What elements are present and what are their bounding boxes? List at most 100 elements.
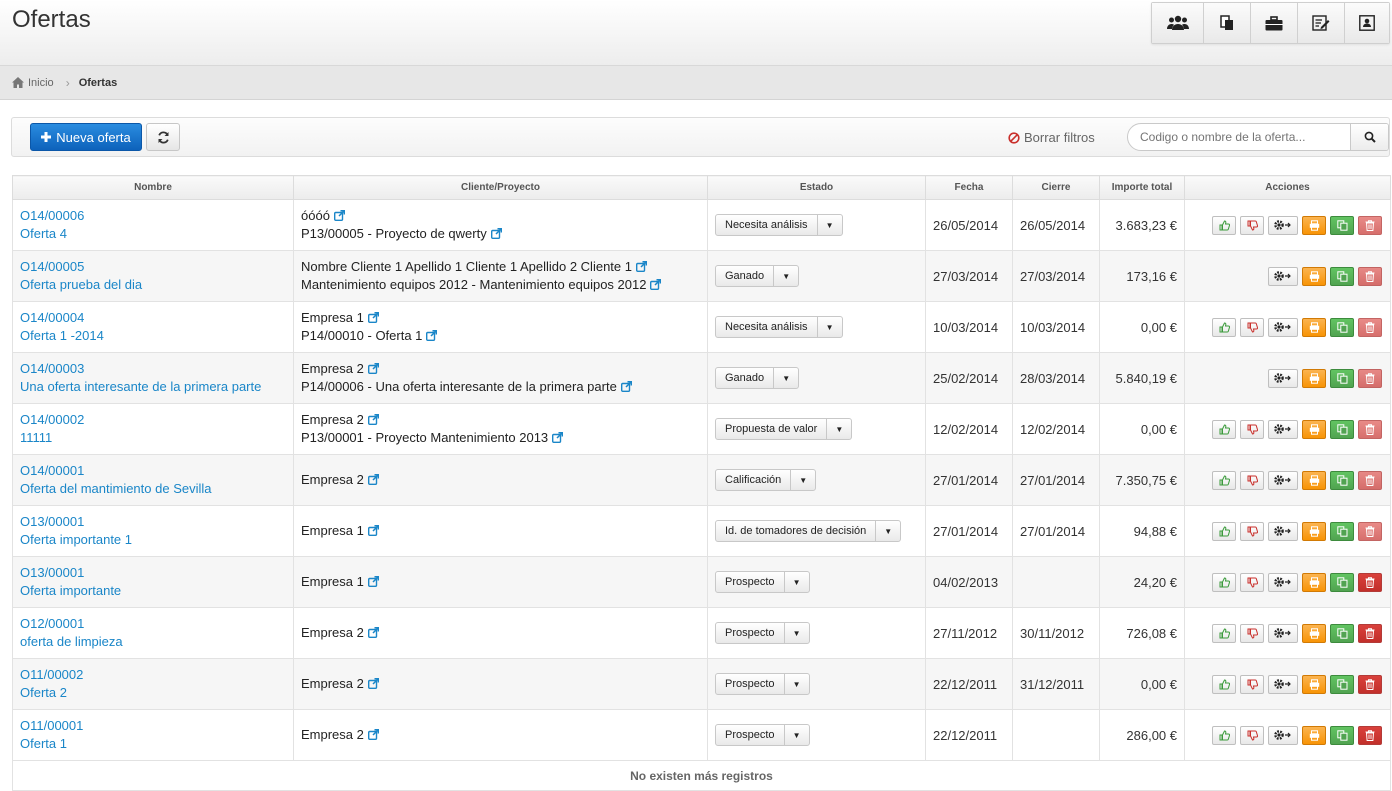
caret-down-icon[interactable]: ▼ bbox=[785, 623, 809, 643]
win-button[interactable] bbox=[1212, 674, 1236, 694]
lose-button[interactable] bbox=[1240, 623, 1264, 643]
client-name[interactable]: Empresa 1 bbox=[301, 574, 364, 589]
status-dropdown[interactable]: Ganado ▼ bbox=[715, 367, 800, 389]
status-dropdown[interactable]: Prospecto ▼ bbox=[715, 571, 810, 593]
caret-down-icon[interactable]: ▼ bbox=[785, 725, 809, 745]
status-dropdown[interactable]: Prospecto ▼ bbox=[715, 622, 810, 644]
delete-button[interactable] bbox=[1358, 725, 1382, 745]
settings-button[interactable] bbox=[1268, 266, 1298, 286]
lose-button[interactable] bbox=[1240, 215, 1264, 235]
external-link-icon[interactable] bbox=[620, 381, 632, 392]
settings-button[interactable] bbox=[1268, 368, 1298, 388]
win-button[interactable] bbox=[1212, 623, 1236, 643]
external-link-icon[interactable] bbox=[650, 279, 662, 290]
win-button[interactable] bbox=[1212, 215, 1236, 235]
project-name[interactable]: P13/00005 - Proyecto de qwerty bbox=[301, 226, 487, 241]
print-button[interactable] bbox=[1302, 419, 1326, 439]
lose-button[interactable] bbox=[1240, 419, 1264, 439]
caret-down-icon[interactable]: ▼ bbox=[818, 215, 842, 235]
client-name[interactable]: Empresa 2 bbox=[301, 472, 364, 487]
search-button[interactable] bbox=[1350, 124, 1388, 150]
lose-button[interactable] bbox=[1240, 674, 1264, 694]
settings-button[interactable] bbox=[1268, 572, 1298, 592]
caret-down-icon[interactable]: ▼ bbox=[785, 572, 809, 592]
duplicate-button[interactable] bbox=[1330, 725, 1354, 745]
settings-button[interactable] bbox=[1268, 674, 1298, 694]
delete-button[interactable] bbox=[1358, 521, 1382, 541]
external-link-icon[interactable] bbox=[367, 525, 379, 536]
delete-button[interactable] bbox=[1358, 470, 1382, 490]
external-link-icon[interactable] bbox=[367, 729, 379, 740]
briefcase-button[interactable] bbox=[1251, 3, 1298, 43]
clear-filters-link[interactable]: Borrar filtros bbox=[1008, 130, 1095, 145]
duplicate-button[interactable] bbox=[1330, 623, 1354, 643]
external-link-icon[interactable] bbox=[426, 330, 438, 341]
offer-name-link[interactable]: Una oferta interesante de la primera par… bbox=[20, 378, 286, 396]
lose-button[interactable] bbox=[1240, 725, 1264, 745]
caret-down-icon[interactable]: ▼ bbox=[774, 368, 798, 388]
offer-name-link[interactable]: Oferta 1 -2014 bbox=[20, 327, 286, 345]
users-button[interactable] bbox=[1152, 3, 1204, 43]
caret-down-icon[interactable]: ▼ bbox=[827, 419, 851, 439]
caret-down-icon[interactable]: ▼ bbox=[791, 470, 815, 490]
offer-code-link[interactable]: O12/00001 bbox=[20, 615, 286, 633]
delete-button[interactable] bbox=[1358, 572, 1382, 592]
lose-button[interactable] bbox=[1240, 317, 1264, 337]
new-offer-button[interactable]: Nueva oferta bbox=[30, 123, 142, 151]
settings-button[interactable] bbox=[1268, 470, 1298, 490]
offer-code-link[interactable]: O14/00001 bbox=[20, 462, 286, 480]
external-link-icon[interactable] bbox=[333, 210, 345, 221]
client-name[interactable]: Empresa 1 bbox=[301, 523, 364, 538]
offer-code-link[interactable]: O14/00004 bbox=[20, 309, 286, 327]
settings-button[interactable] bbox=[1268, 521, 1298, 541]
print-button[interactable] bbox=[1302, 368, 1326, 388]
refresh-button[interactable] bbox=[146, 123, 180, 151]
lose-button[interactable] bbox=[1240, 521, 1264, 541]
status-dropdown[interactable]: Necesita análisis ▼ bbox=[715, 316, 843, 338]
delete-button[interactable] bbox=[1358, 674, 1382, 694]
win-button[interactable] bbox=[1212, 317, 1236, 337]
project-name[interactable]: P14/00006 - Una oferta interesante de la… bbox=[301, 379, 617, 394]
external-link-icon[interactable] bbox=[635, 261, 647, 272]
print-button[interactable] bbox=[1302, 470, 1326, 490]
status-dropdown[interactable]: Ganado ▼ bbox=[715, 265, 800, 287]
caret-down-icon[interactable]: ▼ bbox=[785, 674, 809, 694]
search-input[interactable] bbox=[1128, 124, 1340, 150]
settings-button[interactable] bbox=[1268, 317, 1298, 337]
external-link-icon[interactable] bbox=[490, 228, 502, 239]
caret-down-icon[interactable]: ▼ bbox=[774, 266, 798, 286]
column-header-nombre[interactable]: Nombre bbox=[12, 175, 294, 200]
documents-button[interactable] bbox=[1204, 3, 1251, 43]
print-button[interactable] bbox=[1302, 572, 1326, 592]
client-name[interactable]: Empresa 2 bbox=[301, 412, 364, 427]
duplicate-button[interactable] bbox=[1330, 368, 1354, 388]
project-name[interactable]: P13/00001 - Proyecto Mantenimiento 2013 bbox=[301, 430, 548, 445]
offer-name-link[interactable]: Oferta 4 bbox=[20, 225, 286, 243]
project-name[interactable]: P14/00010 - Oferta 1 bbox=[301, 328, 422, 343]
print-button[interactable] bbox=[1302, 623, 1326, 643]
client-name[interactable]: Empresa 2 bbox=[301, 676, 364, 691]
print-button[interactable] bbox=[1302, 521, 1326, 541]
duplicate-button[interactable] bbox=[1330, 419, 1354, 439]
duplicate-button[interactable] bbox=[1330, 215, 1354, 235]
column-header-fecha[interactable]: Fecha bbox=[925, 175, 1013, 200]
settings-button[interactable] bbox=[1268, 419, 1298, 439]
offer-name-link[interactable]: Oferta prueba del dia bbox=[20, 276, 286, 294]
offer-code-link[interactable]: O14/00002 bbox=[20, 411, 286, 429]
print-button[interactable] bbox=[1302, 725, 1326, 745]
client-name[interactable]: óóóó bbox=[301, 208, 330, 223]
delete-button[interactable] bbox=[1358, 215, 1382, 235]
delete-button[interactable] bbox=[1358, 419, 1382, 439]
external-link-icon[interactable] bbox=[367, 363, 379, 374]
client-name[interactable]: Empresa 1 bbox=[301, 310, 364, 325]
offer-name-link[interactable]: Oferta 1 bbox=[20, 735, 286, 753]
duplicate-button[interactable] bbox=[1330, 266, 1354, 286]
status-dropdown[interactable]: Necesita análisis ▼ bbox=[715, 214, 843, 236]
win-button[interactable] bbox=[1212, 419, 1236, 439]
lose-button[interactable] bbox=[1240, 572, 1264, 592]
offer-code-link[interactable]: O11/00002 bbox=[20, 666, 286, 684]
client-name[interactable]: Empresa 2 bbox=[301, 727, 364, 742]
column-header-cierre[interactable]: Cierre bbox=[1012, 175, 1100, 200]
print-button[interactable] bbox=[1302, 266, 1326, 286]
offer-code-link[interactable]: O14/00006 bbox=[20, 207, 286, 225]
